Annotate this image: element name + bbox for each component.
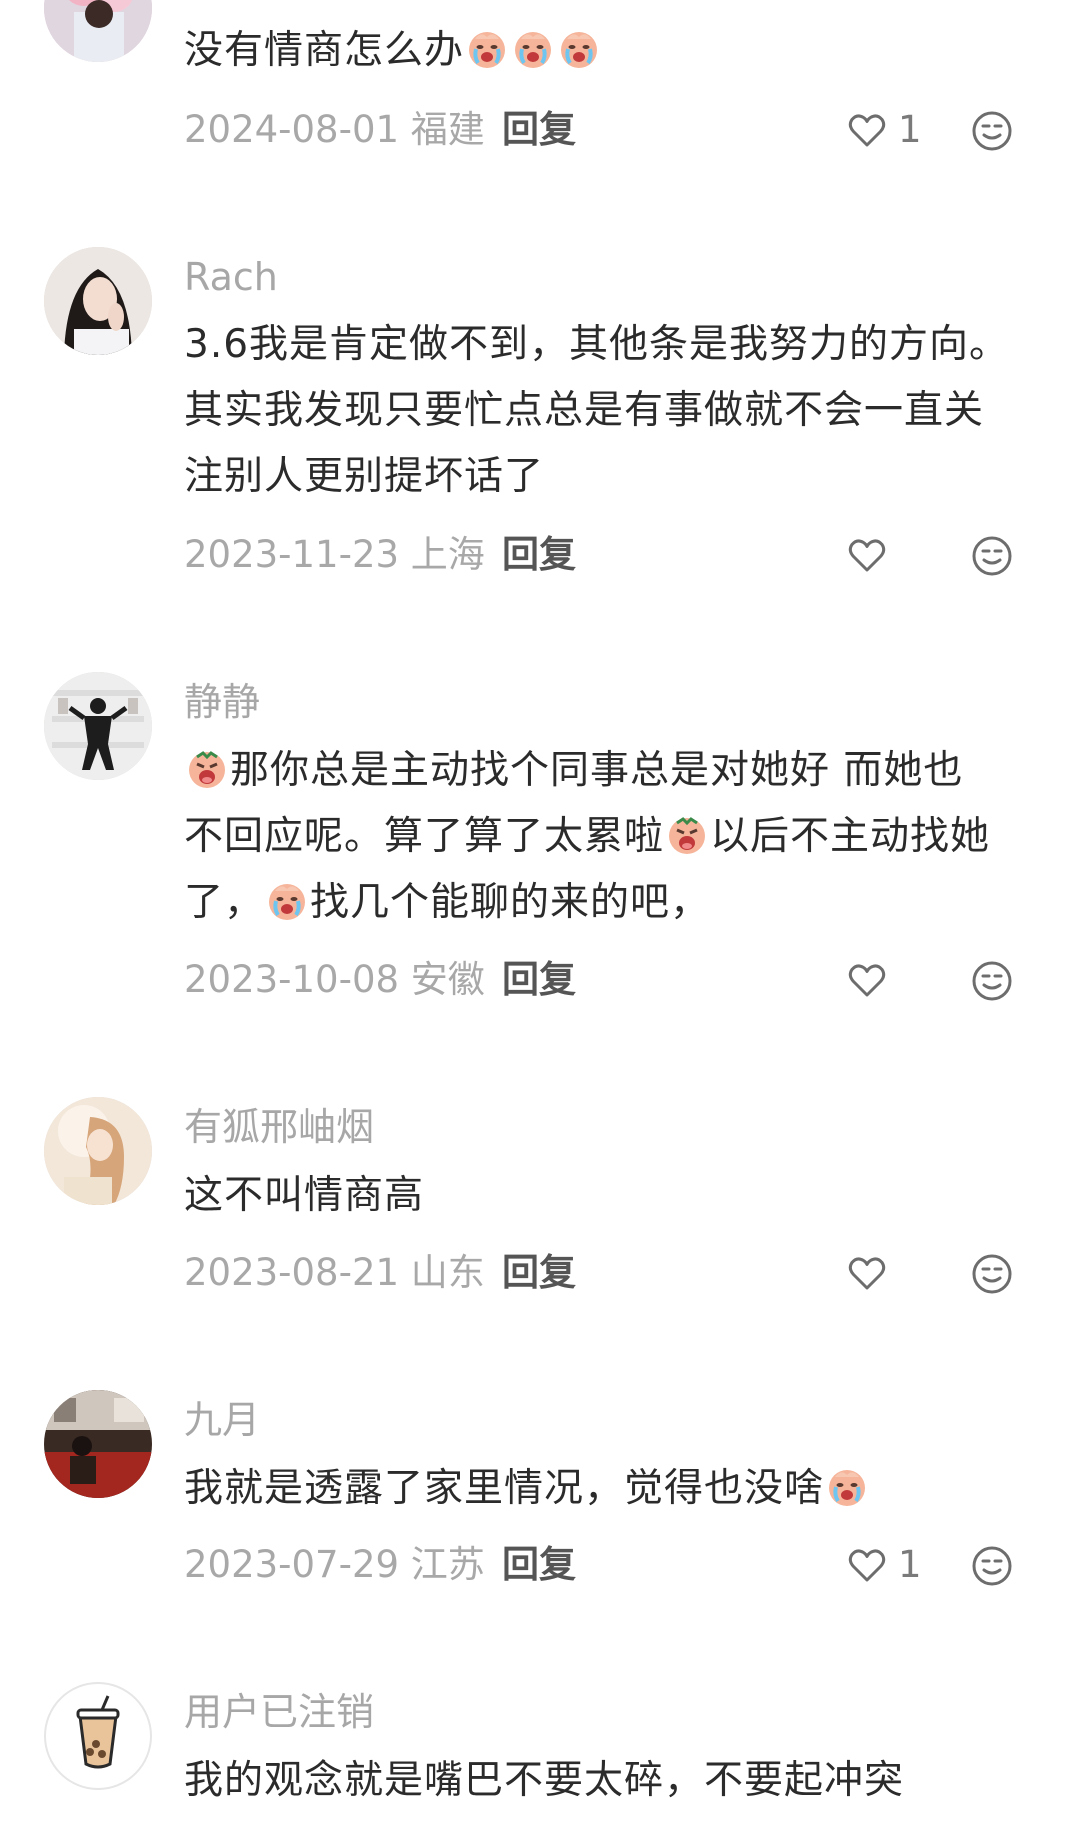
username[interactable]: Rach (184, 254, 278, 300)
comment-line: 不回应呢。算了算了太累啦 以后不主动找她 (184, 804, 1044, 870)
comment-text: 3.6我是肯定做不到，其他条是我努力的方向。 其实我发现只要忙点总是有事做就不会一… (184, 312, 1044, 510)
reply-button[interactable]: 回复 (502, 1248, 576, 1298)
heart-outline-icon[interactable] (845, 958, 889, 1002)
heart-outline-icon[interactable] (845, 533, 889, 577)
username[interactable]: 静静 (184, 679, 260, 725)
heart-outline-icon[interactable] (845, 1543, 889, 1587)
comment-date-location: 2023-08-21 山东 (184, 1251, 485, 1294)
comment-text: 没有情商怎么办 (184, 18, 1044, 84)
comment-text-segment: 其实我发现只要忙点总是有事做就不会一直关 (184, 388, 985, 433)
username[interactable]: 用户已注销 (184, 1689, 374, 1735)
smiley-icon[interactable] (970, 1252, 1014, 1296)
comment-text-segment: 我就是透露了家里情况，觉得也没啥 (184, 1466, 825, 1511)
comment-text: 我就是透露了家里情况，觉得也没啥 (184, 1456, 1044, 1522)
username[interactable]: 九月 (184, 1397, 260, 1443)
avatar[interactable] (44, 0, 152, 62)
comment-line: 没有情商怎么办 (184, 18, 1044, 84)
angry-emoji-icon (669, 817, 706, 854)
avatar[interactable] (44, 1682, 152, 1790)
comment-text-segment: 没有情商怎么办 (184, 28, 465, 73)
comment-text-segment: 以后不主动找她 (710, 814, 991, 859)
comment-text-segment: 3.6我是肯定做不到，其他条是我努力的方向。 (184, 322, 1010, 367)
crying-emoji-icon (469, 32, 506, 68)
heart-outline-icon[interactable] (845, 1251, 889, 1295)
comment-line: 注别人更别提坏话了 (184, 444, 1044, 510)
heart-outline-icon[interactable] (845, 108, 889, 152)
crying-emoji-icon (829, 1470, 866, 1506)
comment-text-segment: 那你总是主动找个同事总是对她好 而她也 (230, 748, 964, 793)
comment-text-segment: 我的观念就是嘴巴不要太碎，不要起冲突 (184, 1758, 905, 1803)
smiley-icon[interactable] (970, 534, 1014, 578)
comment-text-segment: 了， (184, 880, 265, 925)
comment-text: 我的观念就是嘴巴不要太碎，不要起冲突 (184, 1748, 1044, 1814)
comment-date-location: 2024-08-01 福建 (184, 108, 485, 151)
comment-text-segment: 不回应呢。算了算了太累啦 (184, 814, 665, 859)
angry-emoji-icon (189, 751, 225, 788)
comment-text-segment: 注别人更别提坏话了 (184, 454, 545, 499)
crying-emoji-icon (515, 32, 552, 68)
reply-button[interactable]: 回复 (502, 105, 576, 155)
comment-text-segment: 找几个能聊的来的吧， (310, 880, 711, 925)
comment-date-location: 2023-07-29 江苏 (184, 1543, 485, 1586)
like-count: 1 (898, 1543, 922, 1586)
smiley-icon[interactable] (970, 1544, 1014, 1588)
avatar[interactable] (44, 672, 152, 780)
crying-emoji-icon (561, 32, 598, 68)
smiley-icon[interactable] (970, 109, 1014, 153)
username[interactable]: 有狐邢岫烟 (184, 1104, 374, 1150)
reply-button[interactable]: 回复 (502, 955, 576, 1005)
reply-button[interactable]: 回复 (502, 530, 576, 580)
comment-line: 其实我发现只要忙点总是有事做就不会一直关 (184, 378, 1044, 444)
avatar[interactable] (44, 1390, 152, 1498)
comment-text: 这不叫情商高 (184, 1163, 1044, 1229)
comment-text: 那你总是主动找个同事总是对她好 而她也 不回应呢。算了算了太累啦 以后不主动找她 了，… (184, 738, 1044, 936)
comment-line: 那你总是主动找个同事总是对她好 而她也 (184, 738, 1044, 804)
comment-line: 我的观念就是嘴巴不要太碎，不要起冲突 (184, 1748, 1044, 1814)
comment-date-location: 2023-10-08 安徽 (184, 958, 485, 1001)
comment-line: 我就是透露了家里情况，觉得也没啥 (184, 1456, 1044, 1522)
comment-line: 了， 找几个能聊的来的吧， (184, 870, 1044, 936)
smiley-icon[interactable] (970, 959, 1014, 1003)
comment-date-location: 2023-11-23 上海 (184, 533, 485, 576)
comment-text-segment: 这不叫情商高 (184, 1173, 425, 1218)
crying-emoji-icon (269, 884, 306, 920)
avatar[interactable] (44, 1097, 152, 1205)
reply-button[interactable]: 回复 (502, 1540, 576, 1590)
avatar[interactable] (44, 247, 152, 355)
comment-line: 3.6我是肯定做不到，其他条是我努力的方向。 (184, 312, 1044, 378)
like-count: 1 (898, 108, 922, 151)
comment-line: 这不叫情商高 (184, 1163, 1044, 1229)
